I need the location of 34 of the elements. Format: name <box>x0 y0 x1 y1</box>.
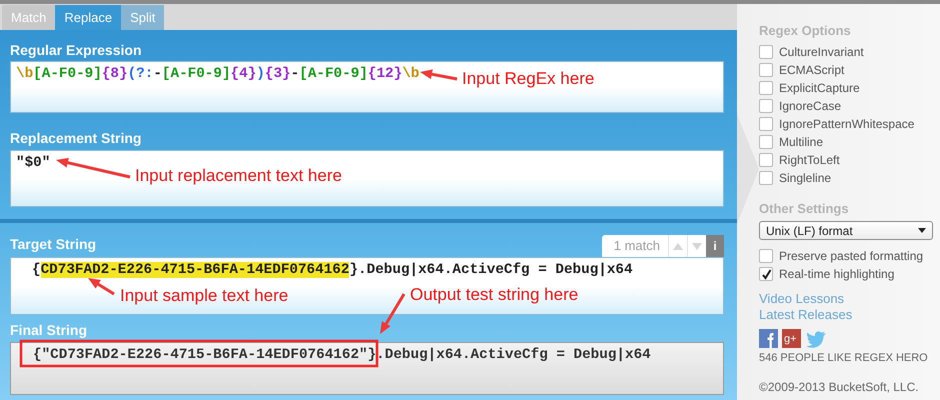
option-checkbox[interactable]: IgnorePatternWhitespace <box>759 115 914 133</box>
annotation-text: Output test string here <box>410 285 578 305</box>
section-label: Regular Expression <box>10 41 142 60</box>
annotation-text: Input RegEx here <box>462 69 594 89</box>
annotation-arrow <box>88 278 115 296</box>
checkmark-icon <box>760 268 772 280</box>
option-checkbox[interactable]: ECMAScript <box>759 61 844 79</box>
chevron-icon <box>737 114 761 224</box>
annotation-text: Input replacement text here <box>135 166 342 186</box>
section-heading: Other Settings <box>759 201 849 216</box>
option-checkbox[interactable]: ExplicitCapture <box>759 79 860 97</box>
section-label: Replacement String <box>10 129 142 148</box>
likes-count: 546 PEOPLE LIKE REGEX HERO <box>759 352 928 364</box>
section-label: Target String <box>10 235 96 254</box>
option-checkbox[interactable]: IgnoreCase <box>759 97 842 115</box>
option-checkbox[interactable]: CultureInvariant <box>759 43 864 61</box>
annotation-text: Input sample text here <box>120 286 288 306</box>
option-checkbox[interactable]: Multiline <box>759 133 824 151</box>
option-checkbox[interactable]: RightToLeft <box>759 151 840 169</box>
facebook-icon[interactable] <box>759 329 778 348</box>
setting-checkbox[interactable]: Real-time highlighting <box>759 265 894 283</box>
section-heading: Regex Options <box>759 23 851 38</box>
match-count: 1 match <box>612 237 661 255</box>
line-ending-dropdown[interactable]: Unix (LF) format <box>759 221 933 240</box>
annotation-arrow <box>380 293 406 334</box>
caret-icon <box>918 228 926 233</box>
setting-checkbox[interactable]: Preserve pasted formatting <box>759 247 924 265</box>
section-label: Final String <box>10 321 88 340</box>
bird-icon[interactable] <box>805 329 827 348</box>
info-button[interactable]: i <box>706 235 724 257</box>
option-checkbox[interactable]: Singleline <box>759 169 832 187</box>
google-plus-icon[interactable]: g+ <box>782 329 801 348</box>
annotation-arrow <box>420 69 458 80</box>
copyright-text: ©2009-2013 BucketSoft, LLC. <box>759 380 919 394</box>
